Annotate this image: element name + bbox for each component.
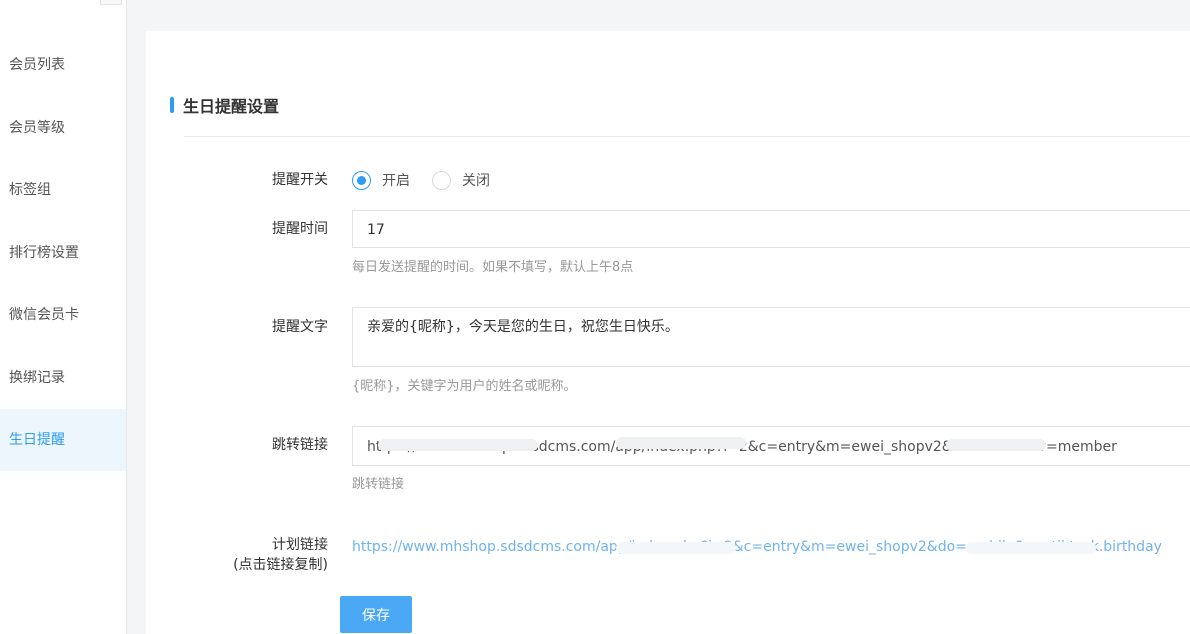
jump-link-help: 跳转链接 bbox=[352, 477, 405, 492]
reminder-text-input[interactable]: 亲爱的{昵称}，今天是您的生日，祝您生日快乐。 bbox=[352, 307, 1190, 367]
sidebar-item-member-level[interactable]: 会员等级 bbox=[0, 97, 126, 159]
sidebar: 会员列表 会员等级 标签组 排行榜设置 微信会员卡 换绑记录 生日提醒 bbox=[0, 0, 127, 634]
radio-off-indicator[interactable] bbox=[432, 170, 451, 190]
sidebar-item-birthday-reminder[interactable]: 生日提醒 bbox=[0, 409, 126, 471]
sidebar-item-wechat-card[interactable]: 微信会员卡 bbox=[0, 284, 126, 346]
divider bbox=[184, 136, 1190, 137]
text-help: {昵称}，关键字为用户的姓名或昵称。 bbox=[352, 379, 577, 394]
redaction-blur bbox=[378, 439, 538, 451]
redaction-blur bbox=[966, 542, 1096, 554]
sidebar-collapse-handle[interactable] bbox=[100, 0, 122, 5]
title-accent-bar bbox=[170, 97, 174, 113]
text-label: 提醒文字 bbox=[272, 319, 328, 335]
section-header: 生日提醒设置 bbox=[170, 95, 280, 116]
plan-link-hint: (点击链接复制) bbox=[233, 557, 328, 573]
time-label: 提醒时间 bbox=[272, 221, 328, 237]
redaction-blur bbox=[616, 542, 736, 554]
radio-on[interactable]: 开启 bbox=[352, 170, 410, 190]
sidebar-item-tag-group[interactable]: 标签组 bbox=[0, 159, 126, 221]
switch-label: 提醒开关 bbox=[272, 172, 328, 188]
sidebar-item-ranking-settings[interactable]: 排行榜设置 bbox=[0, 222, 126, 284]
save-button[interactable]: 保存 bbox=[340, 596, 412, 633]
time-help: 每日发送提醒的时间。如果不填写，默认上午8点 bbox=[352, 260, 634, 275]
redaction-blur bbox=[616, 437, 746, 449]
radio-on-indicator[interactable] bbox=[352, 170, 371, 190]
page-title: 生日提醒设置 bbox=[183, 97, 280, 116]
radio-off[interactable]: 关闭 bbox=[432, 170, 490, 190]
radio-on-label: 开启 bbox=[382, 173, 410, 189]
sidebar-item-rebind-records[interactable]: 换绑记录 bbox=[0, 347, 126, 409]
jump-link-label: 跳转链接 bbox=[272, 437, 328, 453]
switch-radio-group: 开启 关闭 bbox=[352, 170, 512, 190]
sidebar-item-member-list[interactable]: 会员列表 bbox=[0, 34, 126, 96]
time-input[interactable]: 17 bbox=[352, 210, 1190, 248]
radio-off-label: 关闭 bbox=[462, 173, 490, 189]
redaction-blur bbox=[946, 439, 1046, 451]
plan-link-label: 计划链接 bbox=[272, 537, 328, 553]
main-panel: 生日提醒设置 提醒开关 开启 关闭 提醒时间 17 每日发送提醒的时间。如果不填… bbox=[146, 31, 1190, 634]
